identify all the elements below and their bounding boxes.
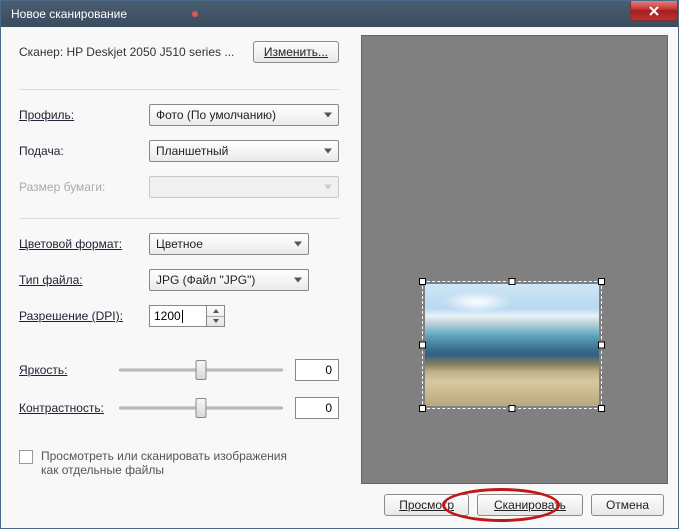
paper-size-select <box>149 176 339 198</box>
resize-handle-nw[interactable] <box>419 278 426 285</box>
brightness-value: 0 <box>325 363 332 377</box>
close-button[interactable] <box>630 1 678 21</box>
scanner-label: Сканер: HP Deskjet 2050 J510 series ... <box>19 45 253 59</box>
chevron-down-icon <box>213 319 219 323</box>
color-value: Цветное <box>156 237 203 251</box>
right-panel: Просмотр Сканировать Отмена <box>357 27 678 528</box>
divider <box>19 218 339 219</box>
profile-select[interactable]: Фото (По умолчанию) <box>149 104 339 126</box>
scan-dialog: Новое сканирование Сканер: HP Deskjet 20… <box>0 0 679 529</box>
contrast-value: 0 <box>325 401 332 415</box>
dpi-value: 1200 <box>154 309 181 323</box>
profile-value: Фото (По умолчанию) <box>156 108 276 122</box>
slider-thumb[interactable] <box>196 360 207 380</box>
close-icon <box>648 6 660 16</box>
filetype-label: Тип файла: <box>19 273 149 287</box>
action-buttons: Просмотр Сканировать Отмена <box>361 484 668 520</box>
text-caret <box>182 310 183 323</box>
brightness-label: Яркость: <box>19 363 119 377</box>
divider <box>19 89 339 90</box>
chevron-down-icon <box>294 242 302 247</box>
dpi-input[interactable]: 1200 <box>149 305 207 327</box>
preview-pane[interactable] <box>361 35 668 484</box>
contrast-label: Контрастность: <box>19 401 119 415</box>
selection-rect[interactable] <box>422 281 602 409</box>
change-scanner-button[interactable]: Изменить... <box>253 41 339 63</box>
chevron-down-icon <box>324 149 332 154</box>
titlebar[interactable]: Новое сканирование <box>1 1 678 27</box>
brightness-value-box[interactable]: 0 <box>295 359 339 381</box>
filetype-select[interactable]: JPG (Файл "JPG") <box>149 269 309 291</box>
contrast-slider[interactable] <box>119 397 283 419</box>
separate-files-checkbox[interactable] <box>19 450 33 464</box>
spinner-down[interactable] <box>207 317 224 327</box>
contrast-value-box[interactable]: 0 <box>295 397 339 419</box>
source-select[interactable]: Планшетный <box>149 140 339 162</box>
profile-label: Профиль: <box>19 108 149 122</box>
resize-handle-n[interactable] <box>509 278 516 285</box>
chevron-down-icon <box>324 185 332 190</box>
resize-handle-e[interactable] <box>598 342 605 349</box>
resize-handle-s[interactable] <box>509 405 516 412</box>
resize-handle-sw[interactable] <box>419 405 426 412</box>
cancel-button[interactable]: Отмена <box>591 494 664 516</box>
chevron-up-icon <box>213 309 219 313</box>
filetype-value: JPG (Файл "JPG") <box>156 273 255 287</box>
dpi-spinner[interactable] <box>207 305 225 327</box>
source-value: Планшетный <box>156 144 228 158</box>
chevron-down-icon <box>294 278 302 283</box>
separate-files-label: Просмотреть или сканировать изображения … <box>41 449 301 477</box>
scan-button[interactable]: Сканировать <box>477 494 583 516</box>
window-title: Новое сканирование <box>11 7 127 21</box>
resize-handle-se[interactable] <box>598 405 605 412</box>
settings-panel: Сканер: HP Deskjet 2050 J510 series ... … <box>1 27 357 528</box>
slider-thumb[interactable] <box>196 398 207 418</box>
chevron-down-icon <box>324 113 332 118</box>
paper-size-label: Размер бумаги: <box>19 180 149 194</box>
dpi-label: Разрешение (DPI): <box>19 309 149 323</box>
color-format-select[interactable]: Цветное <box>149 233 309 255</box>
modified-dot-icon <box>192 11 198 17</box>
resize-handle-w[interactable] <box>419 342 426 349</box>
brightness-slider[interactable] <box>119 359 283 381</box>
preview-button[interactable]: Просмотр <box>384 494 469 516</box>
color-format-label: Цветовой формат: <box>19 237 149 251</box>
preview-thumbnail <box>425 284 599 406</box>
spinner-up[interactable] <box>207 306 224 317</box>
resize-handle-ne[interactable] <box>598 278 605 285</box>
source-label: Подача: <box>19 144 149 158</box>
